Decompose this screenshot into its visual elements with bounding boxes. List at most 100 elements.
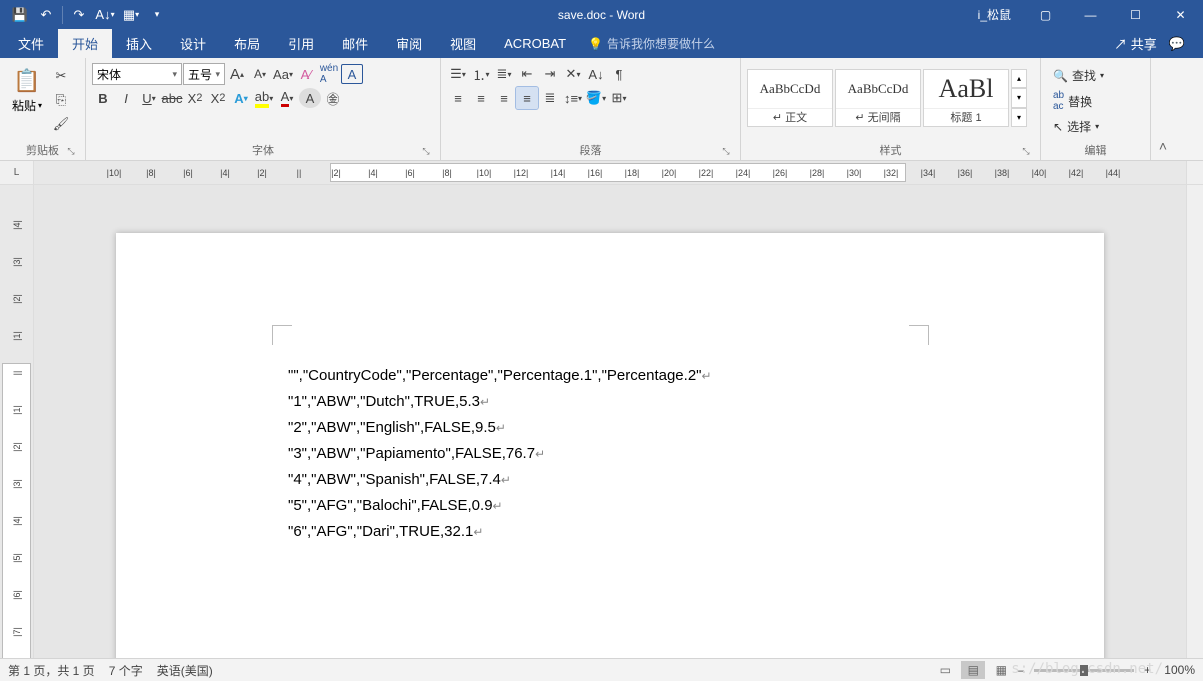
save-icon[interactable]: 💾 — [8, 3, 32, 27]
tab-selector[interactable]: L — [0, 161, 34, 184]
ribbon-tabs: 文件 开始 插入 设计 布局 引用 邮件 审阅 视图 ACROBAT 💡 告诉我… — [0, 29, 1203, 58]
styles-launcher-icon[interactable]: ⤡ — [1020, 146, 1032, 158]
grow-font-icon[interactable]: A▴ — [226, 63, 248, 85]
zoom-out-button[interactable]: – — [1017, 663, 1024, 677]
bold-button[interactable]: B — [92, 87, 114, 109]
numbering-icon[interactable]: ⒈▾ — [470, 63, 492, 85]
superscript-button[interactable]: X2 — [207, 87, 229, 109]
qat-font-icon[interactable]: A↓▾ — [93, 3, 117, 27]
char-border-icon[interactable]: A — [341, 64, 363, 84]
horizontal-ruler[interactable]: |10||8||6||4||2||||2||4||6||8||10||12||1… — [34, 161, 1186, 184]
close-button[interactable]: ✕ — [1158, 0, 1203, 29]
undo-icon[interactable]: ↶ — [34, 3, 58, 27]
justify-icon[interactable]: ≡ — [516, 87, 538, 109]
strikethrough-button[interactable]: abc — [161, 87, 183, 109]
align-left-icon[interactable]: ≡ — [447, 87, 469, 109]
distributed-icon[interactable]: ≣ — [539, 87, 561, 109]
tab-insert[interactable]: 插入 — [112, 29, 166, 58]
document-page[interactable]: "","CountryCode","Percentage","Percentag… — [116, 233, 1104, 658]
vertical-ruler[interactable]: |4||3||2||1||||1||2||3||4||5||6||7||8||9… — [0, 185, 34, 658]
format-painter-icon[interactable]: 🖌 — [50, 113, 72, 135]
multilevel-icon[interactable]: ≣▾ — [493, 63, 515, 85]
tab-acrobat[interactable]: ACROBAT — [490, 29, 580, 58]
tab-file[interactable]: 文件 — [4, 29, 58, 58]
zoom-level[interactable]: 100% — [1155, 663, 1195, 677]
change-case-icon[interactable]: Aa▾ — [272, 63, 294, 85]
title-bar: 💾 ↶ ↷ A↓▾ ▦▾ ▾ save.doc - Word i_松鼠 ▢ — … — [0, 0, 1203, 29]
tab-design[interactable]: 设计 — [166, 29, 220, 58]
align-right-icon[interactable]: ≡ — [493, 87, 515, 109]
asian-layout-icon[interactable]: ✕▾ — [562, 63, 584, 85]
italic-button[interactable]: I — [115, 87, 137, 109]
paragraph-group-label: 段落 — [580, 145, 602, 157]
search-icon: 🔍 — [1053, 69, 1068, 83]
select-button[interactable]: ↖选择▾ — [1047, 116, 1110, 137]
styles-group-label: 样式 — [880, 145, 902, 157]
borders-icon[interactable]: ⊞▾ — [608, 87, 630, 109]
font-launcher-icon[interactable]: ⤡ — [420, 146, 432, 158]
document-body[interactable]: "","CountryCode","Percentage","Percentag… — [288, 363, 929, 545]
subscript-button[interactable]: X2 — [184, 87, 206, 109]
styles-more-icon[interactable]: ▾ — [1011, 108, 1027, 127]
copy-icon[interactable]: ⎘ — [50, 89, 72, 111]
clipboard-launcher-icon[interactable]: ⤡ — [65, 146, 77, 158]
print-layout-icon[interactable]: ▤ — [961, 661, 985, 679]
style-nospacing[interactable]: AaBbCcDd↵ 无间隔 — [835, 69, 921, 127]
account-name[interactable]: i_松鼠 — [978, 6, 1011, 23]
paragraph-launcher-icon[interactable]: ⤡ — [720, 146, 732, 158]
style-heading1[interactable]: AaBl标题 1 — [923, 69, 1009, 127]
maximize-button[interactable]: ☐ — [1113, 0, 1158, 29]
font-name-combo[interactable]: 宋体▾ — [92, 63, 182, 85]
highlight-icon[interactable]: ab▾ — [253, 87, 275, 109]
phonetic-guide-icon[interactable]: wénA — [318, 63, 340, 85]
increase-indent-icon[interactable]: ⇥ — [539, 63, 561, 85]
styles-down-icon[interactable]: ▾ — [1011, 88, 1027, 107]
find-button[interactable]: 🔍查找▾ — [1047, 65, 1110, 86]
ribbon: 📋 粘贴▾ ✂ ⎘ 🖌 剪贴板⤡ 宋体▾ 五号▾ A▴ A▾ Aa▾ A⁄ wé… — [0, 58, 1203, 161]
char-shading-icon[interactable]: A — [299, 88, 321, 108]
minimize-button[interactable]: — — [1068, 0, 1113, 29]
word-count[interactable]: 7 个字 — [109, 662, 143, 679]
styles-up-icon[interactable]: ▴ — [1011, 69, 1027, 88]
zoom-in-button[interactable]: + — [1144, 663, 1151, 677]
share-button[interactable]: ↗ 共享 — [1114, 34, 1157, 53]
bullets-icon[interactable]: ☰▾ — [447, 63, 469, 85]
tab-references[interactable]: 引用 — [274, 29, 328, 58]
redo-icon[interactable]: ↷ — [67, 3, 91, 27]
font-size-combo[interactable]: 五号▾ — [183, 63, 225, 85]
tab-view[interactable]: 视图 — [436, 29, 490, 58]
style-normal[interactable]: AaBbCcDd↵ 正文 — [747, 69, 833, 127]
underline-button[interactable]: U▾ — [138, 87, 160, 109]
shrink-font-icon[interactable]: A▾ — [249, 63, 271, 85]
vertical-scrollbar[interactable] — [1186, 185, 1203, 658]
shading-icon[interactable]: 🪣▾ — [585, 87, 607, 109]
tell-me[interactable]: 💡 告诉我你想要做什么 — [588, 29, 715, 58]
align-center-icon[interactable]: ≡ — [470, 87, 492, 109]
tab-review[interactable]: 审阅 — [382, 29, 436, 58]
show-marks-icon[interactable]: ¶ — [608, 63, 630, 85]
tab-mailings[interactable]: 邮件 — [328, 29, 382, 58]
ribbon-display-icon[interactable]: ▢ — [1023, 0, 1068, 29]
font-color-icon[interactable]: A▾ — [276, 87, 298, 109]
line-spacing-icon[interactable]: ↕≡▾ — [562, 87, 584, 109]
decrease-indent-icon[interactable]: ⇤ — [516, 63, 538, 85]
sort-icon[interactable]: A↓ — [585, 63, 607, 85]
qat-table-icon[interactable]: ▦▾ — [119, 3, 143, 27]
tab-home[interactable]: 开始 — [58, 29, 112, 58]
page-count[interactable]: 第 1 页，共 1 页 — [8, 662, 95, 679]
web-layout-icon[interactable]: ▦ — [989, 661, 1013, 679]
qat-customize-icon[interactable]: ▾ — [145, 3, 169, 27]
replace-button[interactable]: abac替换 — [1047, 88, 1110, 114]
read-mode-icon[interactable]: ▭ — [933, 661, 957, 679]
comments-icon[interactable]: 💬 — [1169, 36, 1185, 52]
clipboard-icon: 📋 — [12, 65, 42, 97]
tab-layout[interactable]: 布局 — [220, 29, 274, 58]
collapse-ribbon-icon[interactable]: ˄ — [1151, 58, 1175, 160]
language-status[interactable]: 英语(美国) — [157, 662, 213, 679]
enclose-char-icon[interactable]: ㊎ — [322, 87, 344, 109]
text-effects-icon[interactable]: A▾ — [230, 87, 252, 109]
cut-icon[interactable]: ✂ — [50, 65, 72, 87]
clear-format-icon[interactable]: A⁄ — [295, 63, 317, 85]
paste-button[interactable]: 📋 粘贴▾ — [6, 61, 48, 114]
zoom-slider[interactable] — [1034, 669, 1134, 672]
